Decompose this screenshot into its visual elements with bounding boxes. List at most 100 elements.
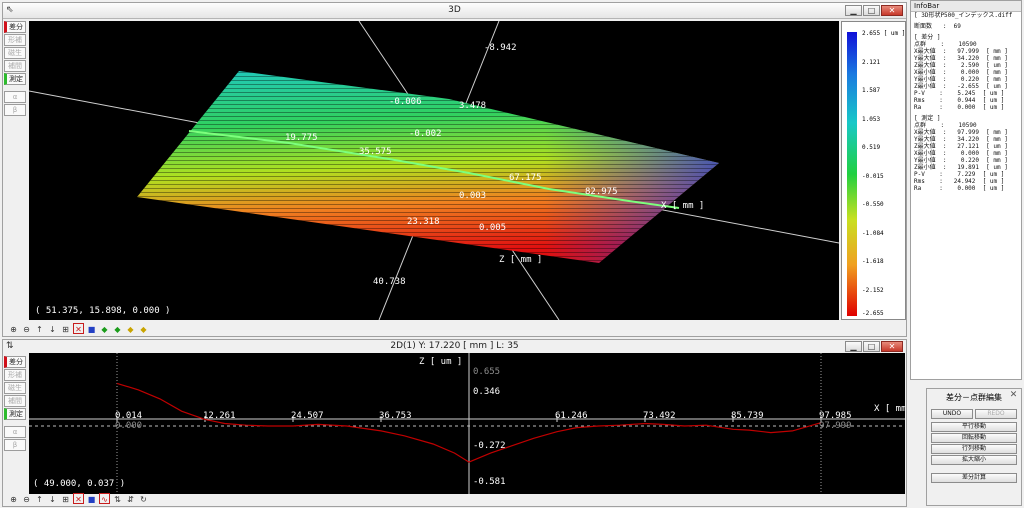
zero-label-right: 97.999	[819, 421, 852, 431]
axis-label: 35.575	[359, 147, 392, 157]
measure-header: [ 測定 ]	[914, 115, 941, 122]
view-2d-bottom-toolbar: ⊕ ⊖ ↑ ↓ ⊞ ✕ ■ ∿ ⇅ ⇵ ↻	[8, 491, 901, 505]
color-scale-bar	[847, 32, 857, 316]
scale-button[interactable]: 拡大縮小	[931, 455, 1017, 465]
view-cube-side-icon[interactable]: ◆	[112, 323, 123, 334]
diff-line: 点群 : 10590	[914, 41, 977, 48]
x-axis-name: X [ mm ]	[661, 201, 705, 211]
section-down-icon[interactable]: ⇵	[125, 493, 136, 504]
coordinate-readout: ( 51.375, 15.898, 0.000 )	[35, 306, 171, 316]
axis-label: -0.002	[409, 129, 442, 139]
rotate-icon[interactable]: ↻	[138, 493, 149, 504]
axis-label: 0.005	[479, 223, 507, 233]
surface-3d-canvas[interactable]: -8.942 -0.006 3.478 19.775 -0.002 35.575…	[29, 21, 839, 320]
zoom-out-icon[interactable]: ⊖	[21, 323, 32, 334]
z-down-icon[interactable]: ↓	[47, 323, 58, 334]
fit-icon[interactable]: ⊞	[60, 493, 71, 504]
z-axis-name: Z [ um ]	[419, 357, 463, 367]
axis-label-top: -8.942	[484, 43, 517, 53]
infobar-panel: InfoBar [ 3D形状P500_インデックス.diff 断面数 : 69 …	[910, 0, 1022, 380]
legend-tick: -2.655	[862, 310, 884, 317]
tool-generate[interactable]: 磁生	[4, 382, 26, 394]
tool-alpha[interactable]: α	[4, 426, 26, 438]
zoom-in-icon[interactable]: ⊕	[8, 323, 19, 334]
x-axis-name: X [ mm	[874, 404, 905, 414]
measure-line: Z最大値 : 27.121 [ um ]	[914, 143, 1008, 150]
minimize-button[interactable]: ▁	[845, 5, 862, 16]
tool-measure[interactable]: 測定	[4, 73, 26, 85]
legend-tick: 0.519	[862, 144, 881, 151]
translate-button[interactable]: 平行移動	[931, 422, 1017, 432]
view-3d-title: 3D	[448, 5, 461, 15]
rotate-button[interactable]: 回転移動	[931, 433, 1017, 443]
display-mode-icon[interactable]: ■	[86, 323, 97, 334]
tool-diff[interactable]: 差分	[4, 21, 26, 33]
z-down-icon[interactable]: ↓	[47, 493, 58, 504]
maximize-button[interactable]: □	[863, 341, 880, 352]
close-icon[interactable]: ✕	[1008, 390, 1019, 401]
section-up-icon[interactable]: ⇅	[112, 493, 123, 504]
surface-3d-plot	[29, 21, 839, 320]
axis-label: -0.006	[389, 97, 422, 107]
close-button[interactable]: ✕	[881, 5, 903, 16]
diff-line: Y最大値 : 34.220 [ mm ]	[914, 55, 1008, 62]
y-label-top: 0.346	[473, 387, 501, 397]
view-2d-toolbar: 差分 形補 磁生 補間 測定 α β	[4, 356, 28, 452]
legend-tick: 2.121	[862, 59, 881, 66]
diff-line: Ra : 0.000 [ um ]	[914, 104, 1005, 111]
axis-label: 82.975	[585, 187, 618, 197]
measure-line: Y最小値 : 0.220 [ mm ]	[914, 157, 1008, 164]
axis-label: 67.175	[509, 173, 542, 183]
display-mode-icon[interactable]: ■	[86, 493, 97, 504]
tool-shape-correct[interactable]: 形補	[4, 34, 26, 46]
zoom-out-icon[interactable]: ⊖	[21, 493, 32, 504]
infobar-file: [ 3D形状P500_インデックス.diff	[914, 12, 1013, 19]
reset-view-icon[interactable]: ✕	[73, 492, 84, 504]
tool-interpolate[interactable]: 補間	[4, 60, 26, 72]
measure-line: X最大値 : 97.999 [ mm ]	[914, 129, 1008, 136]
view-cube-top-icon[interactable]: ◆	[125, 323, 136, 334]
tool-diff[interactable]: 差分	[4, 356, 26, 368]
coordinate-readout: ( 49.000, 0.037 )	[33, 479, 126, 489]
tool-measure[interactable]: 測定	[4, 408, 26, 420]
tool-generate[interactable]: 磁生	[4, 47, 26, 59]
axis-label: 23.318	[407, 217, 440, 227]
tool-beta[interactable]: β	[4, 439, 26, 451]
z-up-icon[interactable]: ↑	[34, 323, 45, 334]
maximize-button[interactable]: □	[863, 5, 880, 16]
z-up-icon[interactable]: ↑	[34, 493, 45, 504]
wave-icon[interactable]: ∿	[99, 492, 110, 504]
y-label-bottom: -0.581	[473, 477, 506, 487]
undo-button[interactable]: UNDO	[931, 409, 973, 419]
view-cube-iso-icon[interactable]: ◆	[138, 323, 149, 334]
view-cube-front-icon[interactable]: ◆	[99, 323, 110, 334]
x-tick-label: 97.985	[819, 411, 852, 421]
profile-2d-canvas[interactable]: Z [ um ] 0.655 0.346 -0.272 -0.581 0.000…	[29, 353, 905, 494]
tool-interpolate[interactable]: 補間	[4, 395, 26, 407]
fit-icon[interactable]: ⊞	[60, 323, 71, 334]
diff-header: [ 差分 ]	[914, 34, 941, 41]
diff-line: P-V : 5.245 [ um ]	[914, 90, 1005, 97]
zoom-in-icon[interactable]: ⊕	[8, 493, 19, 504]
view-3d-titlebar[interactable]: ⇖ 3D ▁ □ ✕	[3, 3, 906, 19]
matrix-move-button[interactable]: 行列移動	[931, 444, 1017, 454]
diff-calc-button[interactable]: 差分計算	[931, 473, 1017, 483]
x-tick-label: 24.507	[291, 411, 324, 421]
tool-beta[interactable]: β	[4, 104, 26, 116]
view-3d-bottom-toolbar: ⊕ ⊖ ↑ ↓ ⊞ ✕ ■ ◆ ◆ ◆ ◆	[8, 321, 901, 335]
diff-line: X最小値 : 0.000 [ mm ]	[914, 69, 1008, 76]
view-2d-header[interactable]: ⇅ 2D(1) Y: 17.220 [ mm ] L: 35 ▁ □ ✕	[3, 340, 906, 352]
diff-line: X最大値 : 97.999 [ mm ]	[914, 48, 1008, 55]
close-button[interactable]: ✕	[881, 341, 903, 352]
color-scale-legend: 2.655 [ um ] 2.121 1.587 1.053 0.519 -0.…	[841, 21, 906, 320]
tool-alpha[interactable]: α	[4, 91, 26, 103]
measure-line: Ra : 0.000 [ um ]	[914, 185, 1005, 192]
minimize-button[interactable]: ▁	[845, 341, 862, 352]
measure-line: Rms : 24.942 [ um ]	[914, 178, 1005, 185]
y-label-neg: -0.272	[473, 441, 506, 451]
reset-view-icon[interactable]: ✕	[73, 322, 84, 334]
infobar-title: InfoBar	[911, 1, 1021, 12]
redo-button[interactable]: REDO	[975, 409, 1017, 419]
tool-shape-correct[interactable]: 形補	[4, 369, 26, 381]
x-tick-label: 0.014	[115, 411, 143, 421]
